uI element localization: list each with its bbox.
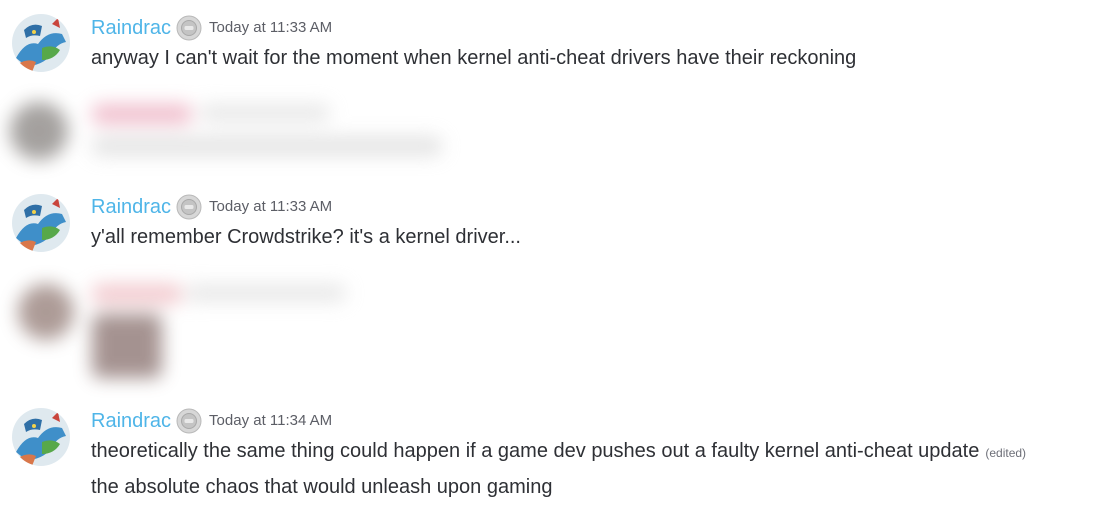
message-header: Raindrac Today at 11:33 AM: [91, 193, 332, 221]
message-header: Raindrac Today at 11:33 AM: [91, 14, 332, 42]
user-avatar[interactable]: [12, 408, 70, 466]
message-text: theoretically the same thing could happe…: [91, 437, 1026, 467]
message-timestamp[interactable]: Today at 11:33 AM: [209, 14, 332, 42]
blurred-avatar: [10, 102, 68, 160]
blurred-meta: [186, 284, 346, 302]
user-avatar[interactable]: [12, 14, 70, 72]
blurred-image: [92, 314, 162, 378]
server-tag-badge-icon[interactable]: [176, 15, 202, 41]
message-text: y'all remember Crowdstrike? it's a kerne…: [91, 226, 521, 248]
dragon-avatar-icon: [12, 194, 70, 252]
edited-label[interactable]: (edited): [985, 446, 1026, 460]
username[interactable]: Raindrac: [91, 193, 171, 221]
server-tag-badge-icon[interactable]: [176, 408, 202, 434]
message-text-line: the absolute chaos that would unleash up…: [91, 476, 553, 498]
message-timestamp[interactable]: Today at 11:34 AM: [209, 407, 332, 435]
blurred-message: [0, 90, 470, 174]
blurred-avatar: [18, 284, 74, 340]
blurred-text: [92, 136, 442, 156]
message-header: Raindrac Today at 11:34 AM: [91, 407, 332, 435]
blurred-meta: [200, 104, 330, 122]
chat-messages: Raindrac Today at 11:33 AM anyway I can'…: [0, 0, 1102, 511]
blurred-username: [92, 284, 182, 304]
user-avatar[interactable]: [12, 194, 70, 252]
message-text-line: theoretically the same thing could happe…: [91, 440, 980, 462]
message-text: anyway I can't wait for the moment when …: [91, 47, 857, 69]
dragon-avatar-icon: [12, 14, 70, 72]
blurred-username: [92, 104, 192, 124]
username[interactable]: Raindrac: [91, 407, 171, 435]
username[interactable]: Raindrac: [91, 14, 171, 42]
server-tag-badge-icon[interactable]: [176, 194, 202, 220]
message-timestamp[interactable]: Today at 11:33 AM: [209, 193, 332, 221]
dragon-avatar-icon: [12, 408, 70, 466]
blurred-message: [0, 272, 380, 384]
